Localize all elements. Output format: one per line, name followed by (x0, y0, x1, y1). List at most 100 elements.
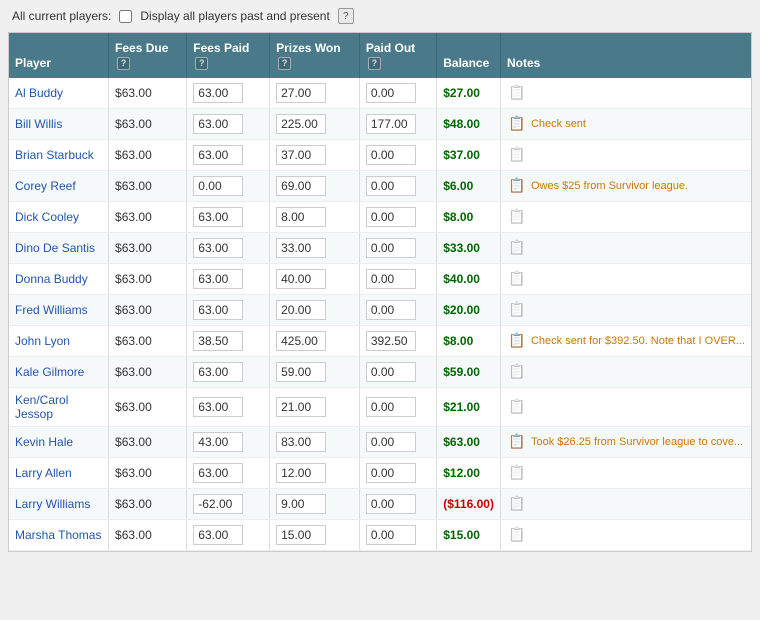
paid-out-cell[interactable]: 0.00 (359, 139, 436, 170)
note-empty-icon[interactable]: 📋 (507, 145, 527, 165)
balance-cell: $27.00 (437, 78, 501, 109)
fees-due-cell: $63.00 (109, 263, 187, 294)
paid-out-cell[interactable]: 392.50 (359, 325, 436, 356)
display-all-checkbox[interactable] (119, 10, 132, 23)
prizes-won-cell[interactable]: 225.00 (270, 108, 360, 139)
paid-out-cell[interactable]: 0.00 (359, 170, 436, 201)
player-link[interactable]: Kale Gilmore (15, 365, 84, 379)
player-link[interactable]: Donna Buddy (15, 272, 88, 286)
fees-paid-cell[interactable]: 63.00 (187, 356, 270, 387)
col-paid-out: Paid Out ? (359, 33, 436, 78)
prizes-won-cell[interactable]: 37.00 (270, 139, 360, 170)
fees-paid-cell[interactable]: 63.00 (187, 78, 270, 109)
note-filled-icon[interactable]: 📋 (507, 176, 527, 196)
prizes-won-cell[interactable]: 69.00 (270, 170, 360, 201)
paid-out-cell[interactable]: 0.00 (359, 519, 436, 550)
paid-out-cell[interactable]: 0.00 (359, 263, 436, 294)
prizes-won-cell[interactable]: 33.00 (270, 232, 360, 263)
player-link[interactable]: Ken/Carol Jessop (15, 393, 68, 421)
prizes-won-cell[interactable]: 21.00 (270, 387, 360, 426)
prizes-won-cell[interactable]: 12.00 (270, 457, 360, 488)
balance-cell: $33.00 (437, 232, 501, 263)
prizes-won-cell[interactable]: 9.00 (270, 488, 360, 519)
fees-due-cell: $63.00 (109, 78, 187, 109)
paid-out-cell[interactable]: 177.00 (359, 108, 436, 139)
prizes-won-cell[interactable]: 59.00 (270, 356, 360, 387)
note-empty-icon[interactable]: 📋 (507, 494, 527, 514)
col-fees-due: Fees Due ? (109, 33, 187, 78)
fees-paid-cell[interactable]: 63.00 (187, 201, 270, 232)
player-link[interactable]: Brian Starbuck (15, 148, 94, 162)
prizes-won-cell[interactable]: 15.00 (270, 519, 360, 550)
note-empty-icon[interactable]: 📋 (507, 362, 527, 382)
fees-paid-cell[interactable]: 63.00 (187, 294, 270, 325)
fees-paid-cell[interactable]: -62.00 (187, 488, 270, 519)
balance-cell: $63.00 (437, 426, 501, 457)
fees-paid-cell[interactable]: 38.50 (187, 325, 270, 356)
fees-paid-cell[interactable]: 63.00 (187, 232, 270, 263)
player-link[interactable]: Fred Williams (15, 303, 88, 317)
prizes-won-cell[interactable]: 27.00 (270, 78, 360, 109)
fees-paid-help-icon[interactable]: ? (195, 57, 208, 70)
fees-due-cell: $63.00 (109, 201, 187, 232)
paid-out-cell[interactable]: 0.00 (359, 78, 436, 109)
player-link[interactable]: Bill Willis (15, 117, 62, 131)
fees-paid-cell[interactable]: 63.00 (187, 108, 270, 139)
display-all-help-icon[interactable]: ? (338, 8, 354, 24)
paid-out-cell[interactable]: 0.00 (359, 488, 436, 519)
all-current-players-label: All current players: (12, 9, 111, 23)
fees-paid-cell[interactable]: 0.00 (187, 170, 270, 201)
paid-out-cell[interactable]: 0.00 (359, 457, 436, 488)
fees-paid-cell[interactable]: 63.00 (187, 263, 270, 294)
table-row: Fred Williams$63.0063.0020.000.00$20.00📋 (9, 294, 751, 325)
player-link[interactable]: Corey Reef (15, 179, 76, 193)
fees-paid-cell[interactable]: 63.00 (187, 139, 270, 170)
table-row: Al Buddy $63.0063.0027.000.00$27.00 📋 (9, 78, 751, 109)
paid-out-cell[interactable]: 0.00 (359, 387, 436, 426)
note-empty-icon[interactable]: 📋 (507, 269, 527, 289)
player-link[interactable]: Al Buddy (15, 86, 63, 100)
paid-out-cell[interactable]: 0.00 (359, 232, 436, 263)
prizes-won-help-icon[interactable]: ? (278, 57, 291, 70)
notes-cell: 📋Check sent for $392.50. Note that I OVE… (500, 325, 751, 356)
prizes-won-cell[interactable]: 40.00 (270, 263, 360, 294)
player-link[interactable]: Larry Williams (15, 497, 90, 511)
balance-cell: $40.00 (437, 263, 501, 294)
prizes-won-cell[interactable]: 83.00 (270, 426, 360, 457)
notes-cell: 📋 (500, 139, 751, 170)
player-link[interactable]: John Lyon (15, 334, 70, 348)
note-empty-icon[interactable]: 📋 (507, 207, 527, 227)
note-filled-icon[interactable]: 📋 (507, 114, 527, 134)
fees-paid-cell[interactable]: 63.00 (187, 519, 270, 550)
player-link[interactable]: Marsha Thomas (15, 528, 101, 542)
prizes-won-cell[interactable]: 20.00 (270, 294, 360, 325)
paid-out-help-icon[interactable]: ? (368, 57, 381, 70)
note-empty-icon[interactable]: 📋 (507, 525, 527, 545)
player-link[interactable]: Dick Cooley (15, 210, 79, 224)
note-filled-icon[interactable]: 📋 (507, 432, 527, 452)
fees-due-cell: $63.00 (109, 387, 187, 426)
col-notes: Notes (500, 33, 751, 78)
paid-out-cell[interactable]: 0.00 (359, 294, 436, 325)
player-cell: Donna Buddy (9, 263, 109, 294)
paid-out-cell[interactable]: 0.00 (359, 426, 436, 457)
player-link[interactable]: Larry Allen (15, 466, 72, 480)
note-empty-icon[interactable]: 📋 (507, 463, 527, 483)
note-empty-icon[interactable]: 📋 (507, 83, 527, 103)
fees-due-help-icon[interactable]: ? (117, 57, 130, 70)
table-row: Dick Cooley$63.0063.008.000.00$8.00📋 (9, 201, 751, 232)
note-empty-icon[interactable]: 📋 (507, 238, 527, 258)
paid-out-cell[interactable]: 0.00 (359, 201, 436, 232)
prizes-won-cell[interactable]: 425.00 (270, 325, 360, 356)
notes-cell: 📋 (500, 457, 751, 488)
fees-paid-cell[interactable]: 63.00 (187, 457, 270, 488)
prizes-won-cell[interactable]: 8.00 (270, 201, 360, 232)
player-link[interactable]: Kevin Hale (15, 435, 73, 449)
paid-out-cell[interactable]: 0.00 (359, 356, 436, 387)
note-filled-icon[interactable]: 📋 (507, 331, 527, 351)
fees-paid-cell[interactable]: 63.00 (187, 387, 270, 426)
note-empty-icon[interactable]: 📋 (507, 300, 527, 320)
fees-paid-cell[interactable]: 43.00 (187, 426, 270, 457)
player-link[interactable]: Dino De Santis (15, 241, 95, 255)
note-empty-icon[interactable]: 📋 (507, 397, 527, 417)
